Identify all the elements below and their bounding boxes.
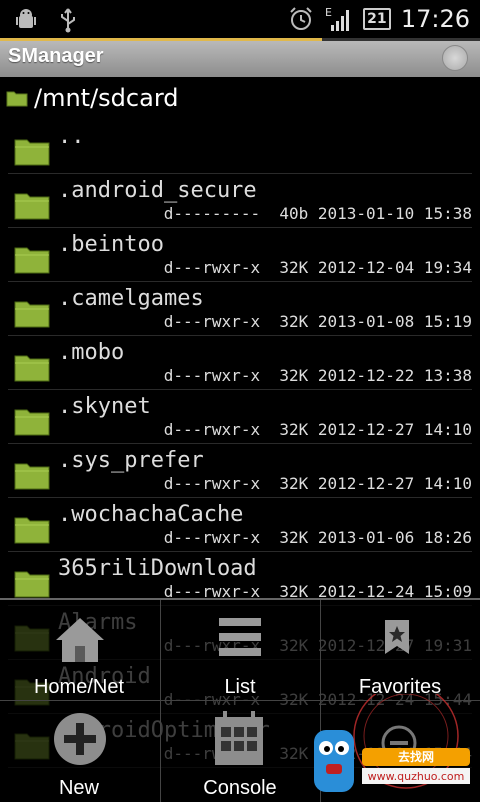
current-path: /mnt/sdcard — [34, 84, 179, 112]
file-name: .. — [58, 124, 85, 149]
file-meta: d---rwxr-x 32K 2012-12-27 14:10 — [163, 420, 472, 439]
file-meta: d--------- 40b 2013-01-10 15:38 — [163, 204, 472, 223]
folder-icon — [14, 355, 50, 382]
menu-home-net[interactable]: Home/Net — [0, 600, 158, 700]
folder-icon — [6, 91, 28, 107]
folder-icon — [14, 571, 50, 598]
menu-new-label: New — [58, 777, 99, 799]
file-name: .wochachaCache — [58, 502, 244, 527]
list-icon — [219, 618, 261, 656]
edge-signal-icon: E — [325, 5, 353, 33]
menu-list[interactable]: List — [161, 600, 319, 700]
close-button[interactable] — [442, 45, 468, 71]
file-row[interactable]: .camelgames d---rwxr-x 32K 2013-01-08 15:… — [8, 282, 472, 336]
clock: 17:26 — [400, 5, 470, 33]
svg-text:去找网: 去找网 — [398, 749, 434, 764]
file-name: .mobo — [58, 340, 125, 365]
add-circle-icon — [54, 713, 106, 765]
folder-icon — [14, 517, 50, 544]
file-row[interactable]: .mobo d---rwxr-x 32K 2012-12-22 13:38 — [8, 336, 472, 390]
folder-icon — [14, 139, 50, 166]
menu-home-net-label: Home/Net — [33, 676, 125, 698]
menu-new[interactable]: New — [0, 701, 158, 801]
watermark-logo: 去找网 www.quzhuo.com — [314, 694, 470, 792]
path-bar[interactable]: /mnt/sdcard — [0, 78, 480, 118]
bookmark-star-icon — [385, 620, 409, 654]
svg-text:E: E — [325, 6, 332, 19]
folder-icon — [14, 463, 50, 490]
console-grid-icon — [215, 711, 263, 765]
file-name: .camelgames — [58, 286, 204, 311]
file-meta: d---rwxr-x 32K 2012-12-27 14:10 — [163, 474, 472, 493]
folder-icon — [14, 409, 50, 436]
file-name: .sys_prefer — [58, 448, 204, 473]
status-bar: E 21 17:26 — [0, 0, 480, 38]
folder-icon — [14, 193, 50, 220]
alarm-icon — [287, 5, 315, 33]
file-meta: d---rwxr-x 32K 2013-01-08 15:19 — [163, 312, 472, 331]
watermark-site: www.quzhuo.com — [368, 770, 465, 783]
file-row[interactable]: .android_secure d--------- 40b 2013-01-10… — [8, 174, 472, 228]
file-name: .skynet — [58, 394, 151, 419]
app-title: SManager — [8, 45, 104, 67]
menu-favorites[interactable]: Favorites — [321, 600, 479, 700]
menu-console-label: Console — [203, 777, 277, 799]
file-name: 365riliDownload — [58, 556, 257, 581]
home-icon — [56, 618, 104, 662]
file-meta: d---rwxr-x 32K 2012-12-22 13:38 — [163, 366, 472, 385]
file-row[interactable]: .sys_prefer d---rwxr-x 32K 2012-12-27 14:… — [8, 444, 472, 498]
menu-console[interactable]: Console — [161, 701, 319, 801]
folder-icon — [14, 247, 50, 274]
file-meta: d---rwxr-x 32K 2012-12-04 19:34 — [163, 258, 472, 277]
file-meta: d---rwxr-x 32K 2013-01-06 18:26 — [163, 528, 472, 547]
file-row[interactable]: .wochachaCache d---rwxr-x 32K 2013-01-06 … — [8, 498, 472, 552]
file-name: .beintoo — [58, 232, 164, 257]
file-row[interactable]: .skynet d---rwxr-x 32K 2012-12-27 14:10 — [8, 390, 472, 444]
file-name: .android_secure — [58, 178, 257, 203]
usb-icon — [54, 6, 82, 34]
folder-icon — [14, 301, 50, 328]
battery-icon: 21 — [362, 8, 391, 30]
menu-list-label: List — [224, 676, 256, 698]
debug-android-icon — [12, 6, 40, 34]
file-row[interactable]: .beintoo d---rwxr-x 32K 2012-12-04 19:34 — [8, 228, 472, 282]
file-row[interactable]: .. — [8, 120, 472, 174]
app-title-bar: SManager — [0, 41, 480, 77]
